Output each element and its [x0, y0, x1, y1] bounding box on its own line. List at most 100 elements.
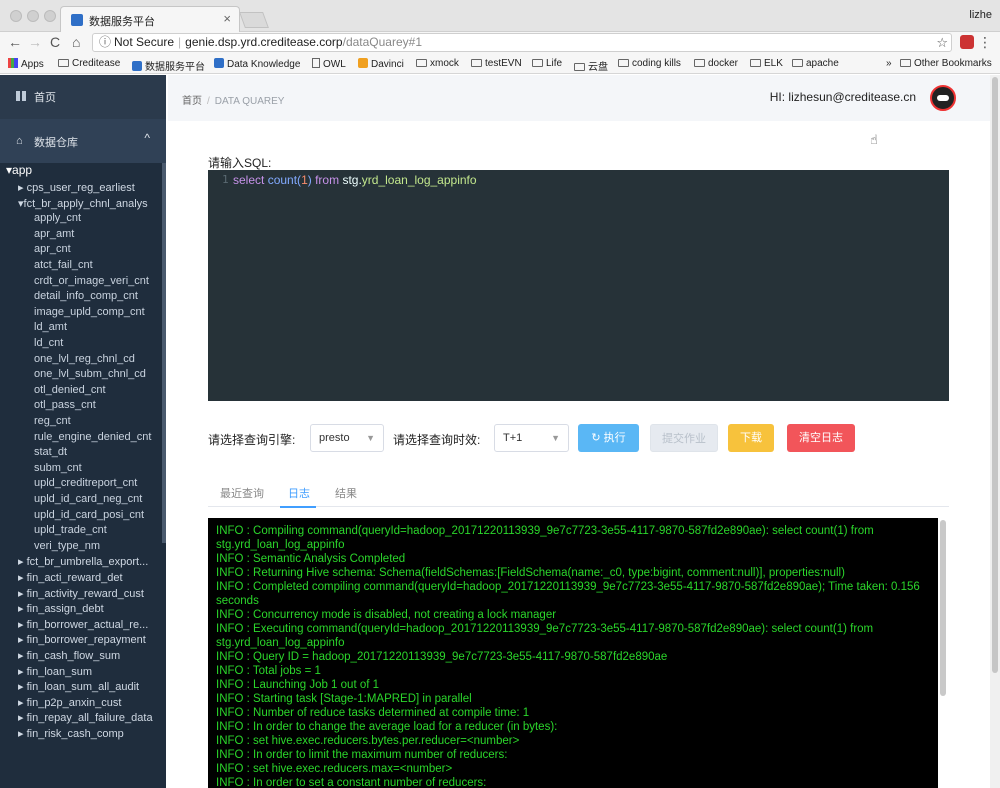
tree-node-column[interactable]: otl_pass_cnt: [34, 399, 96, 411]
tree-node-column[interactable]: one_lvl_subm_chnl_cd: [34, 368, 146, 380]
submit-job-button[interactable]: 提交作业: [650, 424, 718, 452]
tree-node-table[interactable]: ▸ fin_loan_sum: [18, 665, 92, 678]
sql-editor[interactable]: 1 select count(1) from stg.yrd_loan_log_…: [208, 170, 949, 401]
bookmark-owl[interactable]: OWL: [312, 58, 346, 70]
log-panel[interactable]: INFO : Compiling command(queryId=hadoop_…: [208, 518, 938, 788]
tree-node-column[interactable]: subm_cnt: [34, 462, 82, 474]
literal-one: 1: [301, 173, 308, 187]
tree-node-column[interactable]: crdt_or_image_veri_cnt: [34, 275, 149, 287]
back-icon[interactable]: ←: [8, 34, 22, 50]
info-icon[interactable]: ⓘ: [99, 35, 111, 49]
browser-tab[interactable]: 数据服务平台 ×: [60, 6, 240, 32]
log-line: INFO : Compiling command(queryId=hadoop_…: [216, 525, 877, 551]
tree-node-column[interactable]: upld_creditreport_cnt: [34, 477, 137, 489]
bookmark-xmock[interactable]: xmock: [416, 58, 459, 69]
tree-node-table[interactable]: ▸ fin_cash_flow_sum: [18, 649, 120, 662]
tree-node-column[interactable]: apply_cnt: [34, 212, 81, 224]
sidebar-item-warehouse[interactable]: ⌂ 数据仓库 ^: [0, 119, 166, 161]
home-icon[interactable]: ⌂: [72, 34, 80, 50]
tree-node-table[interactable]: ▾fct_br_apply_chnl_analys: [18, 197, 148, 210]
profile-name[interactable]: lizhe: [969, 9, 992, 21]
breadcrumb-home[interactable]: 首页: [182, 96, 202, 107]
tree-node-column[interactable]: atct_fail_cnt: [34, 259, 93, 271]
sidebar-item-home[interactable]: 首页: [0, 75, 166, 119]
tree-node-column[interactable]: upld_trade_cnt: [34, 524, 107, 536]
more-bookmarks-icon[interactable]: »: [886, 58, 892, 69]
tree-node-column[interactable]: reg_cnt: [34, 415, 71, 427]
tab-log[interactable]: 日志: [288, 485, 310, 501]
tree-node-table[interactable]: ▸ fin_borrower_actual_re...: [18, 618, 148, 631]
page-scrollbar-thumb[interactable]: [992, 77, 998, 673]
extension-icon[interactable]: [960, 35, 974, 49]
site-favicon-icon: [71, 14, 83, 26]
tree-node-column[interactable]: detail_info_comp_cnt: [34, 290, 138, 302]
bookmark-elk[interactable]: ELK: [750, 58, 783, 69]
sidebar: 首页 ⌂ 数据仓库 ^ ▾app ▸ cps_user_reg_earliest…: [0, 75, 166, 788]
tree-node-column[interactable]: upld_id_card_neg_cnt: [34, 493, 142, 505]
tree-node-column[interactable]: veri_type_nm: [34, 540, 100, 552]
log-scrollbar[interactable]: [940, 520, 946, 696]
tree-node-table[interactable]: ▸ fin_activity_reward_cust: [18, 587, 144, 600]
tree-node-column[interactable]: image_upld_comp_cnt: [34, 306, 145, 318]
clear-log-button[interactable]: 清空日志: [787, 424, 855, 452]
bookmark-creditease[interactable]: Creditease: [58, 58, 120, 69]
download-button[interactable]: 下载: [728, 424, 774, 452]
avatar[interactable]: [930, 85, 956, 111]
maximize-window-icon[interactable]: [44, 10, 56, 22]
timeliness-label: 请选择查询时效:: [393, 433, 481, 447]
tree-node-table[interactable]: ▸ fin_borrower_repayment: [18, 633, 146, 646]
bookmark-data-knowledge[interactable]: Data Knowledge: [214, 58, 300, 70]
engine-value: presto: [319, 432, 350, 444]
bookmark-data-service[interactable]: 数据服务平台: [132, 58, 205, 73]
browser-toolbar: ← → C ⌂ ⓘ Not Secure | genie.dsp.yrd.credit…: [0, 32, 1000, 54]
bookmark-apache[interactable]: apache: [792, 58, 839, 69]
minimize-window-icon[interactable]: [27, 10, 39, 22]
chevron-up-icon[interactable]: ^: [144, 131, 150, 145]
tree-node-column[interactable]: ld_amt: [34, 321, 67, 333]
bookmark-testevn[interactable]: testEVN: [471, 58, 522, 69]
sidebar-scrollbar[interactable]: [162, 163, 166, 543]
tree-node-column[interactable]: otl_denied_cnt: [34, 384, 106, 396]
tree-node-column[interactable]: rule_engine_denied_cnt: [34, 431, 151, 443]
tree-node-column[interactable]: stat_dt: [34, 446, 67, 458]
bookmark-coding-kills[interactable]: coding kills: [618, 58, 681, 69]
bookmark-apps[interactable]: Apps: [8, 58, 44, 70]
tab-result[interactable]: 结果: [335, 485, 357, 501]
tree-node-column[interactable]: apr_amt: [34, 228, 74, 240]
engine-select[interactable]: presto ▼: [310, 424, 384, 452]
address-bar[interactable]: ⓘ Not Secure | genie.dsp.yrd.creditease.cor…: [92, 33, 952, 52]
run-button[interactable]: ↻ 执行: [578, 424, 639, 452]
tab-close-icon[interactable]: ×: [223, 11, 231, 26]
close-window-icon[interactable]: [10, 10, 22, 22]
url-separator: |: [178, 35, 182, 49]
tree-node-root[interactable]: ▾app: [6, 163, 32, 177]
bookmark-docker[interactable]: docker: [694, 58, 738, 69]
tree-node-table[interactable]: ▸ fin_acti_reward_det: [18, 571, 123, 584]
new-tab-button[interactable]: [239, 12, 269, 28]
other-bookmarks[interactable]: Other Bookmarks: [900, 58, 992, 69]
tree-node-column[interactable]: ld_cnt: [34, 337, 63, 349]
bookmark-davinci[interactable]: Davinci: [358, 58, 404, 70]
folder-icon: [618, 59, 629, 67]
reload-icon[interactable]: C: [50, 34, 60, 50]
tab-recent-queries[interactable]: 最近查询: [220, 485, 264, 501]
tree-node-column[interactable]: one_lvl_reg_chnl_cd: [34, 353, 135, 365]
sidebar-item-label: 首页: [34, 92, 56, 104]
tree-node-table[interactable]: ▸ fin_repay_all_failure_data: [18, 711, 153, 724]
tree-node-table[interactable]: ▸ fin_p2p_anxin_cust: [18, 696, 121, 709]
tree-node-column[interactable]: apr_cnt: [34, 243, 71, 255]
bookmark-star-icon[interactable]: ☆: [936, 35, 948, 51]
forward-icon[interactable]: →: [28, 34, 42, 50]
folder-icon: [750, 59, 761, 67]
tree-node-column[interactable]: upld_id_card_posi_cnt: [34, 509, 144, 521]
tree-node-table[interactable]: ▸ fct_br_umbrella_export...: [18, 555, 148, 568]
tree-node-table[interactable]: ▸ fin_assign_debt: [18, 602, 104, 615]
bookmark-life[interactable]: Life: [532, 58, 562, 69]
timeliness-select[interactable]: T+1 ▼: [494, 424, 569, 452]
tree-node-table[interactable]: ▸ fin_risk_cash_comp: [18, 727, 124, 740]
browser-menu-icon[interactable]: ⋮: [978, 34, 992, 51]
tree-node-table[interactable]: ▸ fin_loan_sum_all_audit: [18, 680, 139, 693]
page-scrollbar[interactable]: [990, 75, 1000, 788]
tree-node-table[interactable]: ▸ cps_user_reg_earliest: [18, 181, 135, 194]
bookmark-cloud[interactable]: 云盘: [574, 58, 608, 73]
